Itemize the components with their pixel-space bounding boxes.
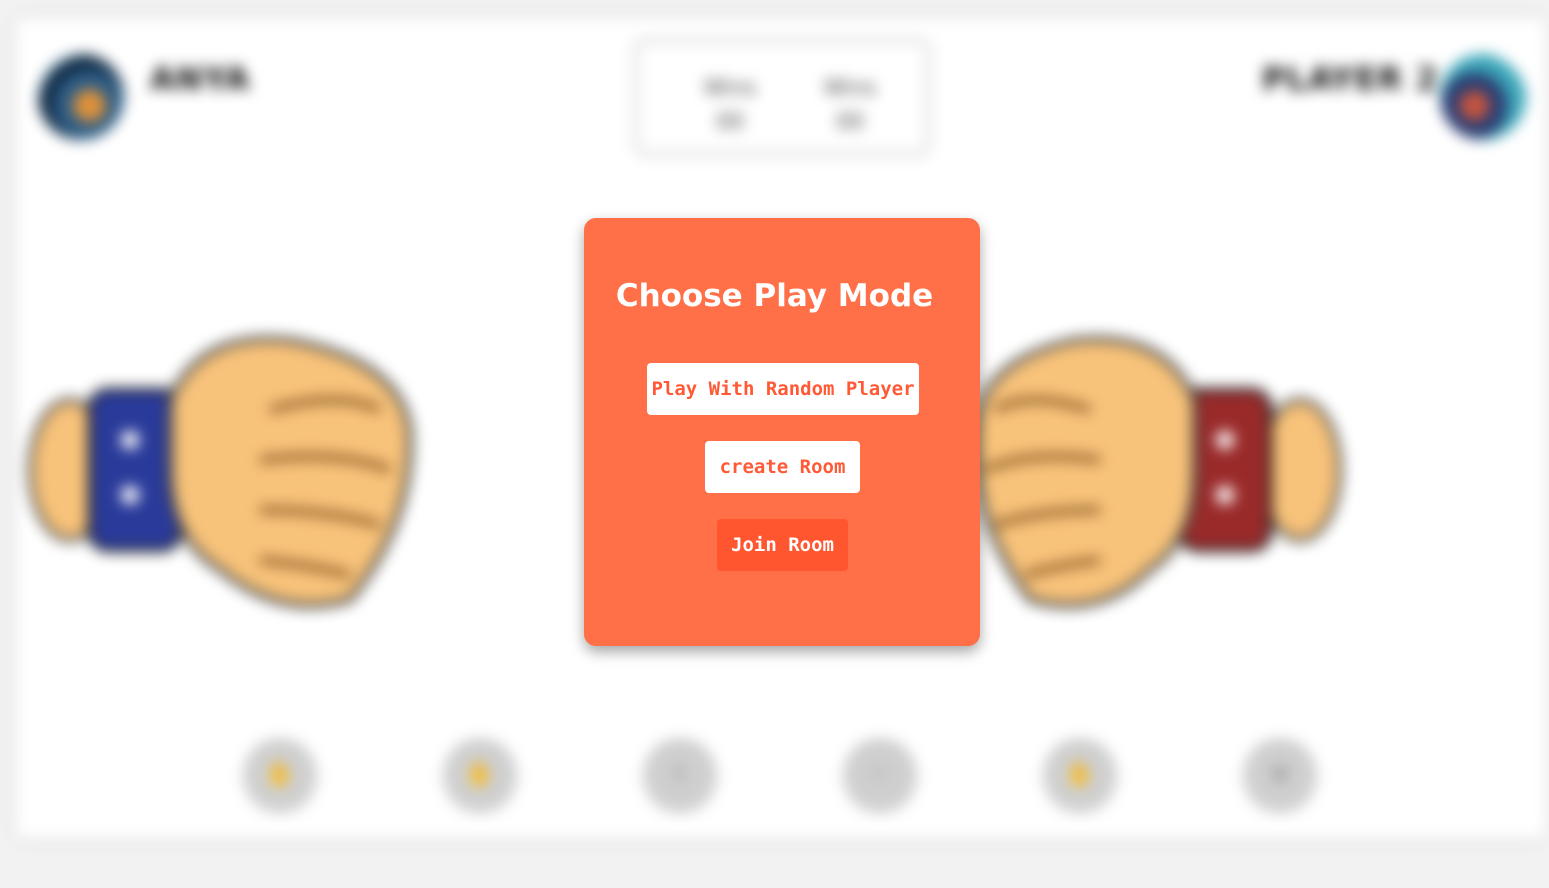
scissors-button[interactable]: ✌ bbox=[644, 738, 716, 810]
left-player-name: ANYA bbox=[150, 60, 251, 98]
scissors-icon: ✌ bbox=[669, 760, 691, 788]
right-score-label: Wins bbox=[823, 76, 877, 101]
join-room-button[interactable]: Join Room bbox=[717, 519, 848, 571]
game-screen: ANYA Wins 00 Wins 00 PLAYER 2 ✋ ✋ ✌ ☞ ✋ … bbox=[0, 0, 1549, 888]
settings-icon: ⚙ bbox=[1269, 760, 1291, 788]
rock-button[interactable]: ✋ bbox=[244, 738, 316, 810]
left-player-avatar bbox=[38, 54, 124, 140]
right-player-name: PLAYER 2 bbox=[1262, 60, 1439, 98]
lizard-button[interactable]: ☞ bbox=[844, 738, 916, 810]
paper-icon: ✋ bbox=[465, 760, 495, 788]
right-score: Wins 00 bbox=[810, 72, 890, 140]
create-room-button[interactable]: create Room bbox=[705, 441, 860, 493]
right-score-value: 00 bbox=[836, 110, 864, 135]
play-random-player-button[interactable]: Play With Random Player bbox=[647, 363, 919, 415]
right-fist-icon bbox=[971, 335, 1343, 609]
settings-button[interactable]: ⚙ bbox=[1244, 738, 1316, 810]
scoreboard: Wins 00 Wins 00 bbox=[632, 36, 932, 158]
left-score: Wins 00 bbox=[690, 72, 770, 140]
left-score-value: 00 bbox=[716, 110, 744, 135]
left-score-label: Wins bbox=[703, 76, 757, 101]
rock-icon: ✋ bbox=[265, 760, 295, 788]
modal-title: Choose Play Mode bbox=[615, 278, 934, 314]
lizard-icon: ☞ bbox=[869, 760, 891, 788]
spock-icon: ✋ bbox=[1065, 760, 1095, 788]
right-player-avatar bbox=[1440, 54, 1526, 140]
spock-button[interactable]: ✋ bbox=[1044, 738, 1116, 810]
left-fist-icon bbox=[27, 335, 414, 609]
paper-button[interactable]: ✋ bbox=[444, 738, 516, 810]
